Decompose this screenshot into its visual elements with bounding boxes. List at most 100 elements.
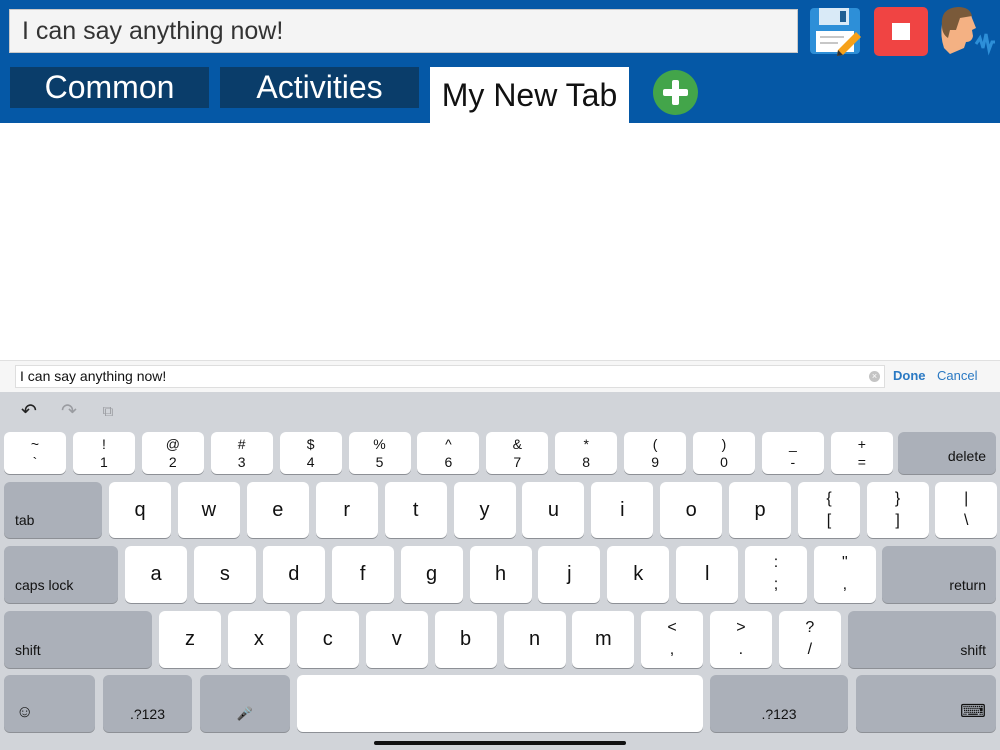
tab-key[interactable]: tab bbox=[4, 482, 102, 538]
key-label: v bbox=[391, 628, 402, 650]
speak-button[interactable] bbox=[936, 4, 996, 60]
key-f[interactable]: f bbox=[331, 546, 394, 603]
key-r[interactable]: r bbox=[315, 482, 378, 538]
key-p[interactable]: p bbox=[729, 482, 792, 538]
key-label: [ bbox=[826, 512, 832, 529]
tab-my-new-tab[interactable]: My New Tab bbox=[430, 67, 629, 123]
clear-icon[interactable]: × bbox=[869, 371, 880, 382]
cancel-button[interactable]: Cancel bbox=[937, 368, 977, 383]
key-z[interactable]: z bbox=[159, 611, 221, 668]
key-number-8[interactable]: * 8 bbox=[555, 432, 618, 474]
key-number-4[interactable]: $4 bbox=[279, 432, 342, 474]
key-g[interactable]: g bbox=[400, 546, 463, 603]
key-number-10[interactable]: ) 0 bbox=[693, 432, 755, 474]
key-symbol-row2-2[interactable]: | \ bbox=[935, 482, 998, 538]
key-j[interactable]: j bbox=[538, 546, 601, 603]
key-e[interactable]: e bbox=[246, 482, 309, 538]
key-number-7[interactable]: & 7 bbox=[486, 432, 549, 474]
add-tab-button[interactable] bbox=[653, 70, 698, 115]
hide-keyboard-key[interactable]: ⌨ bbox=[856, 675, 996, 732]
key-t[interactable]: t bbox=[384, 482, 447, 538]
done-button[interactable]: Done bbox=[893, 368, 926, 383]
key-number-1[interactable]: ! 1 bbox=[72, 432, 135, 474]
key-l[interactable]: l bbox=[676, 546, 739, 603]
undo-icon[interactable]: ↶ bbox=[18, 402, 40, 422]
microphone-icon: 🎤 bbox=[236, 706, 254, 721]
key-label: d bbox=[288, 563, 300, 585]
key-k[interactable]: k bbox=[607, 546, 670, 603]
key-label: / bbox=[807, 641, 813, 658]
key-shift-label: | bbox=[964, 490, 969, 507]
tab-label: Activities bbox=[256, 69, 383, 105]
key-y[interactable]: y bbox=[453, 482, 516, 538]
key-u[interactable]: u bbox=[522, 482, 585, 538]
key-number-3[interactable]: #3 bbox=[210, 432, 273, 474]
key-label: tab bbox=[15, 512, 35, 528]
key-shift-label: @ bbox=[165, 436, 180, 452]
key-symbol-row2-0[interactable]: {[ bbox=[798, 482, 860, 538]
key-i[interactable]: i bbox=[591, 482, 654, 538]
shift-key-right[interactable]: shift bbox=[848, 611, 996, 668]
tab-label: Common bbox=[44, 69, 175, 105]
key-v[interactable]: v bbox=[365, 611, 428, 668]
key-n[interactable]: n bbox=[503, 611, 566, 668]
key-symbol-row3-1[interactable]: ", bbox=[813, 546, 876, 603]
key-h[interactable]: h bbox=[469, 546, 532, 603]
key-shift-label: # bbox=[237, 436, 246, 452]
edit-text-input[interactable]: I can say anything now! × bbox=[15, 365, 885, 388]
dictation-key[interactable]: 🎤 bbox=[200, 675, 290, 732]
key-a[interactable]: a bbox=[125, 546, 187, 603]
key-b[interactable]: b bbox=[434, 611, 497, 668]
numbers-key-left[interactable]: .?123 bbox=[103, 675, 192, 732]
key-number-2[interactable]: @2 bbox=[141, 432, 204, 474]
key-number-5[interactable]: % 5 bbox=[348, 432, 411, 474]
paste-icon[interactable]: ⧉ bbox=[97, 402, 119, 422]
redo-icon[interactable]: ↷ bbox=[58, 402, 80, 422]
tab-common[interactable]: Common bbox=[10, 67, 209, 108]
key-d[interactable]: d bbox=[262, 546, 325, 603]
key-s[interactable]: s bbox=[193, 546, 256, 603]
key-number-6[interactable]: ^ 6 bbox=[417, 432, 480, 474]
key-m[interactable]: m bbox=[572, 611, 635, 668]
delete-key[interactable]: delete bbox=[898, 432, 996, 474]
key-c[interactable]: c bbox=[296, 611, 359, 668]
key-o[interactable]: o bbox=[660, 482, 723, 538]
return-key[interactable]: return bbox=[882, 546, 996, 603]
key-label: 8 bbox=[582, 454, 591, 470]
key-shift-label: * bbox=[583, 436, 589, 452]
tab-activities[interactable]: Activities bbox=[220, 67, 419, 108]
key-symbol-row4-2[interactable]: ? / bbox=[778, 611, 841, 668]
key-number-11[interactable]: _ - bbox=[761, 432, 824, 474]
emoji-key[interactable]: ☺ bbox=[4, 675, 95, 732]
shift-key-left[interactable]: shift bbox=[4, 611, 152, 668]
keyboard-hide-icon: ⌨ bbox=[960, 701, 986, 721]
key-label: 7 bbox=[513, 454, 522, 470]
key-label: 9 bbox=[651, 454, 659, 470]
key-number-9[interactable]: (9 bbox=[624, 432, 687, 474]
key-label: 6 bbox=[444, 454, 453, 470]
key-q[interactable]: q bbox=[109, 482, 171, 538]
message-display[interactable]: I can say anything now! bbox=[9, 9, 798, 53]
save-button[interactable] bbox=[808, 6, 862, 56]
key-shift-label: + bbox=[857, 436, 866, 452]
key-symbol-row3-0[interactable]: :; bbox=[745, 546, 807, 603]
numbers-key-right[interactable]: .?123 bbox=[710, 675, 848, 732]
key-symbol-row4-1[interactable]: >. bbox=[709, 611, 772, 668]
space-key[interactable] bbox=[297, 675, 703, 732]
key-w[interactable]: w bbox=[177, 482, 240, 538]
home-indicator bbox=[374, 741, 626, 745]
key-symbol-row2-1[interactable]: }] bbox=[866, 482, 929, 538]
key-label: s bbox=[219, 563, 230, 585]
key-x[interactable]: x bbox=[227, 611, 290, 668]
key-number-12[interactable]: + = bbox=[830, 432, 893, 474]
key-number-0[interactable]: ~ ` bbox=[4, 432, 66, 474]
key-label: u bbox=[547, 498, 559, 521]
key-label: x bbox=[253, 628, 264, 650]
caps-lock-key[interactable]: caps lock bbox=[4, 546, 118, 603]
key-label: f bbox=[359, 563, 366, 585]
key-shift-label: ~ bbox=[30, 436, 40, 452]
stop-button[interactable] bbox=[874, 7, 928, 56]
key-label: a bbox=[150, 563, 162, 585]
key-symbol-row4-0[interactable]: <, bbox=[641, 611, 703, 668]
key-label: 4 bbox=[306, 454, 315, 470]
